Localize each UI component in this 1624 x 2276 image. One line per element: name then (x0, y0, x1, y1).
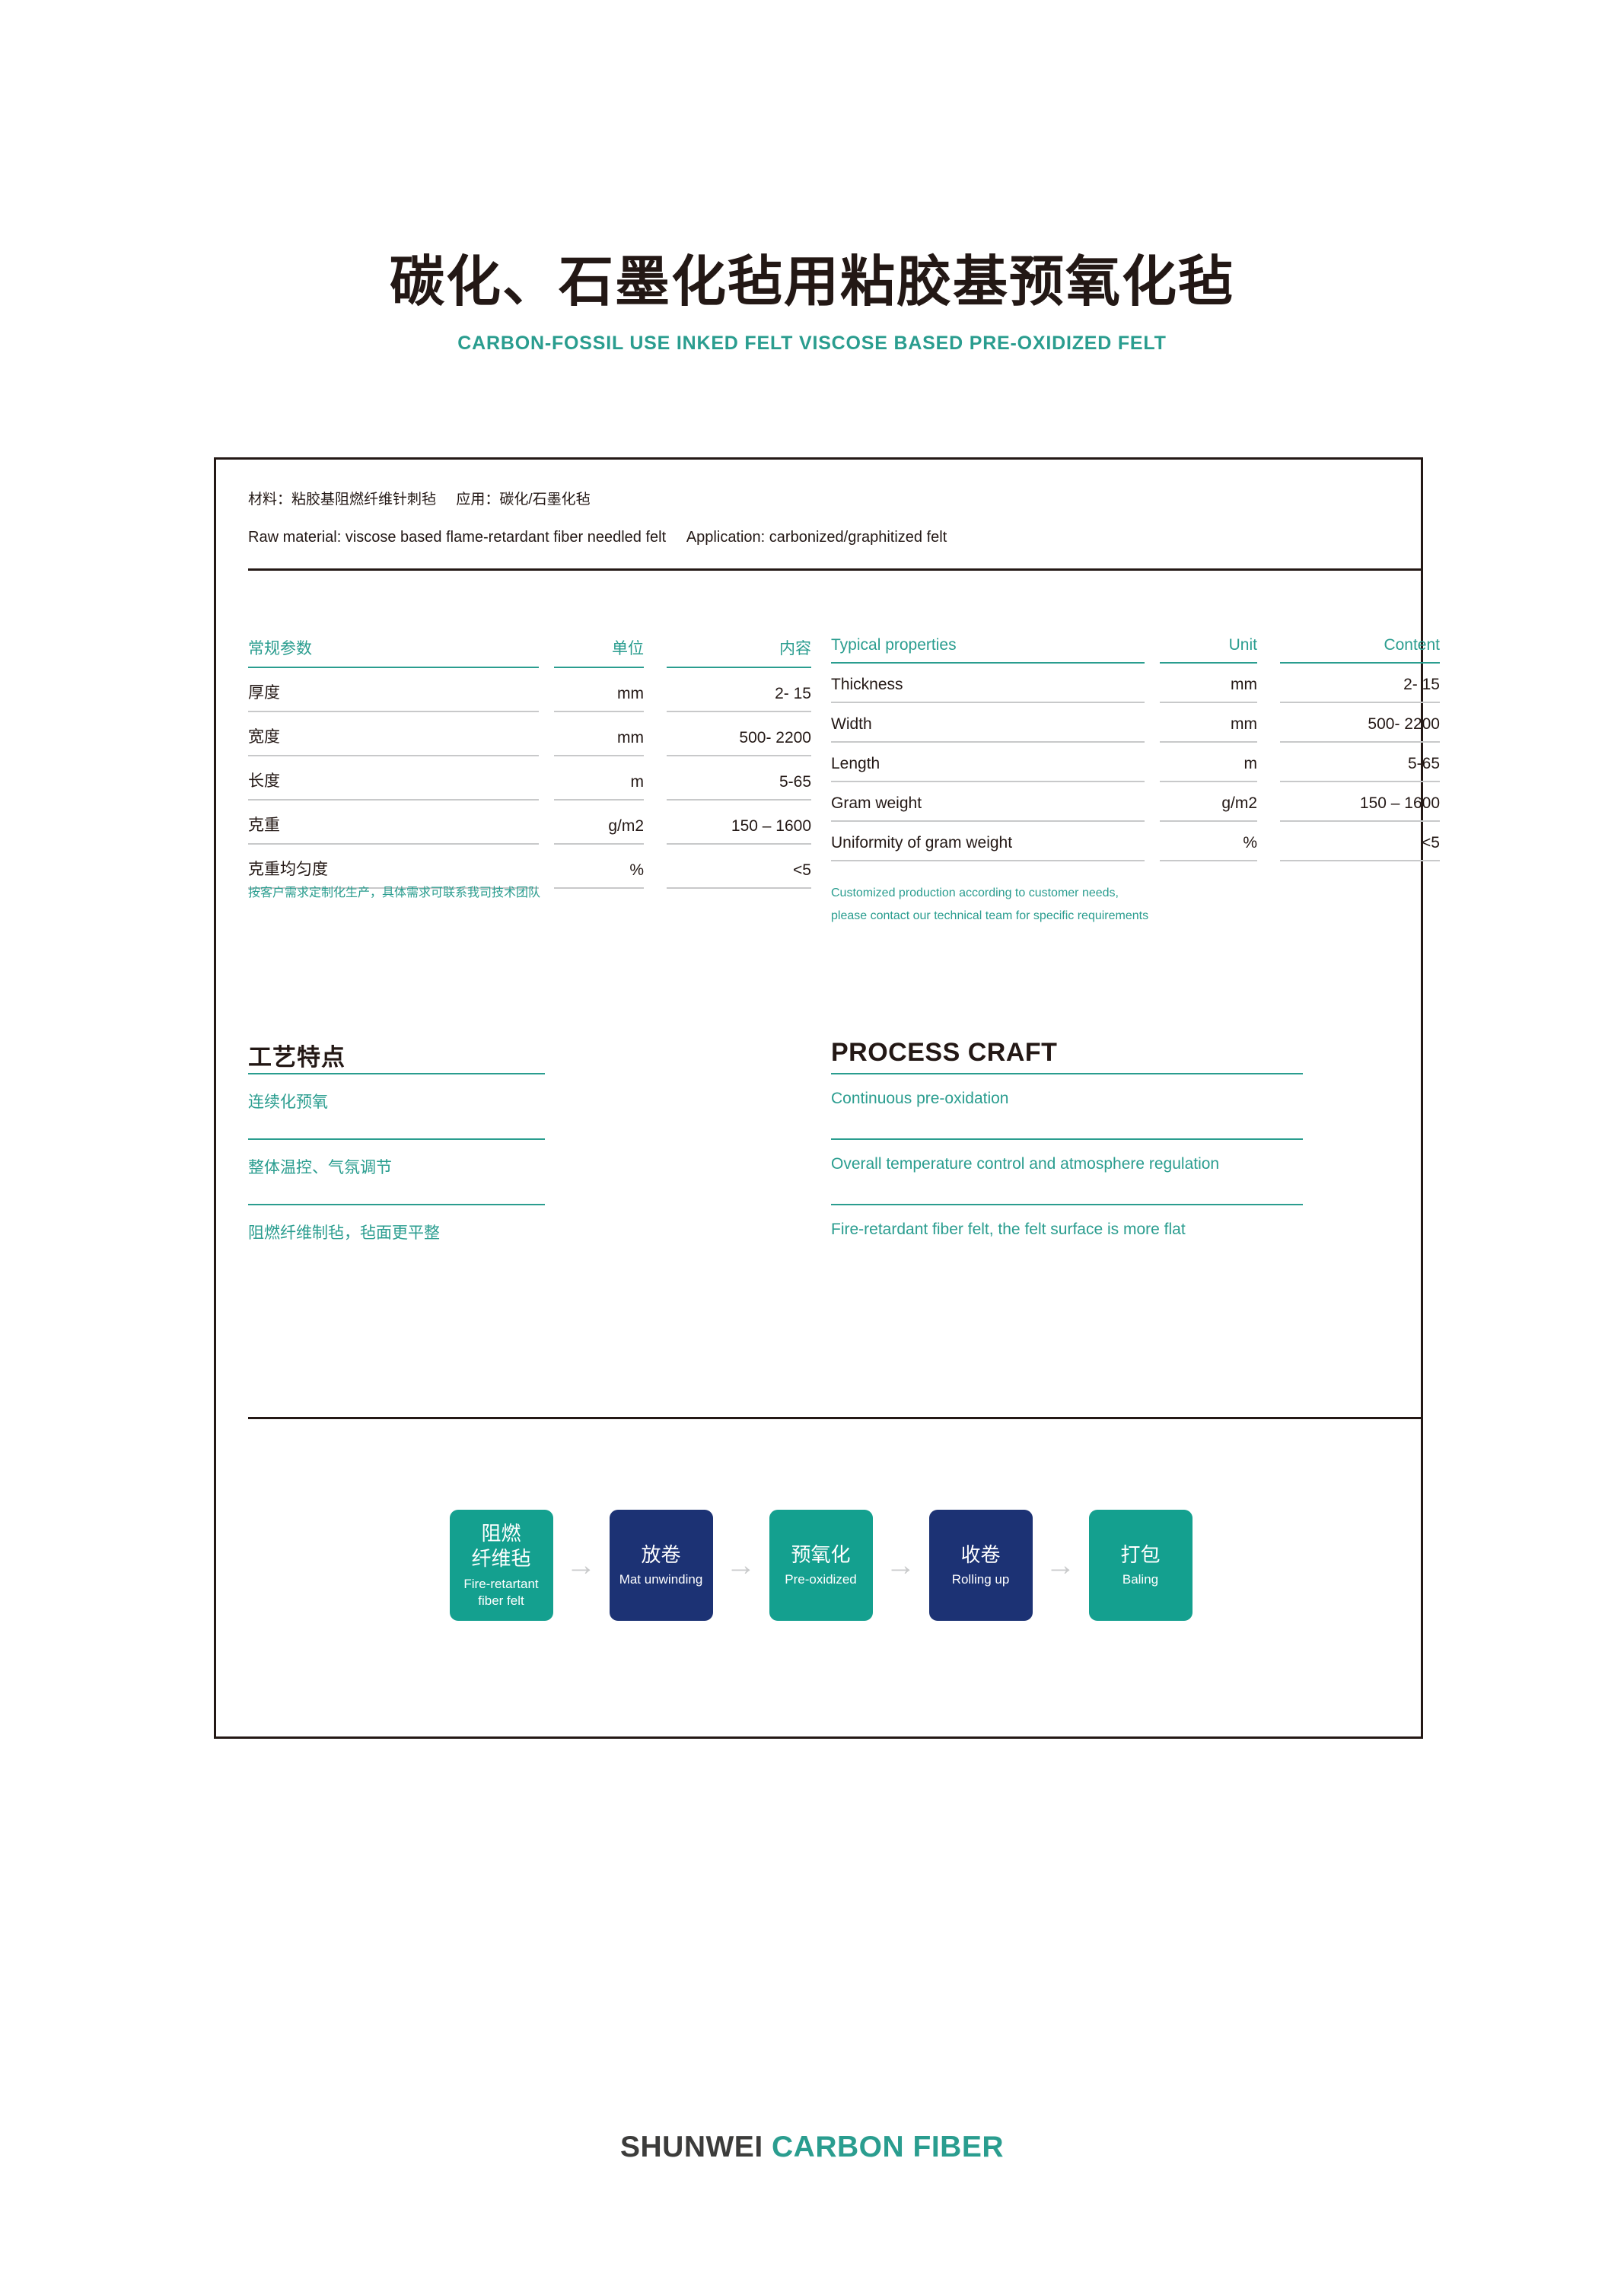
page-header: 碳化、石墨化毡用粘胶基预氧化毡 CARBON-FOSSIL USE INKED … (0, 251, 1624, 355)
material-info-cn: 材料：粘胶基阻燃纤维针刺毡 应用：碳化/石墨化毡 (248, 492, 591, 508)
craft-item-en: Fire-retardant fiber felt, the felt surf… (831, 1204, 1303, 1269)
cell-name: Uniformity of gram weight (831, 822, 1145, 861)
column-header-content: 内容 (667, 636, 811, 668)
divider-top (248, 568, 1422, 571)
process-flow-diagram: 阻燃 纤维毡 Fire-retartant fiber felt → 放卷 Ma… (232, 1510, 1409, 1621)
cell-value: 150 – 1600 (667, 805, 811, 845)
cell-value: 2- 15 (667, 673, 811, 712)
cell-unit: mm (1160, 664, 1257, 703)
customization-note-cn: 按客户需求定制化生产，具体需求可联系我司技术团队 (248, 887, 541, 899)
flow-step-label-cn: 收卷 (960, 1542, 1001, 1566)
spec-card-inner: 材料：粘胶基阻燃纤维针刺毡 应用：碳化/石墨化毡 Raw material: v… (232, 460, 1440, 1736)
flow-step-label-cn: 放卷 (641, 1542, 681, 1566)
cell-value: 2- 15 (1280, 664, 1440, 703)
column-header-content: Content (1280, 636, 1440, 664)
cell-name: 长度 (248, 756, 539, 801)
table-row: 宽度 mm 500- 2200 (248, 712, 811, 756)
divider-bottom (248, 1417, 1422, 1419)
table-row: Length m 5-65 (831, 743, 1440, 782)
flow-step-label-en: Mat unwinding (619, 1572, 703, 1587)
flow-step-1: 阻燃 纤维毡 Fire-retartant fiber felt (449, 1510, 553, 1621)
arrow-right-icon: → (885, 1549, 916, 1582)
column-header-unit: 单位 (554, 636, 644, 668)
column-header-name: 常规参数 (248, 636, 539, 668)
craft-item-cn: 整体温控、气氛调节 (248, 1138, 545, 1204)
cell-value: 150 – 1600 (1280, 782, 1440, 822)
arrow-right-icon: → (1045, 1549, 1076, 1582)
cell-unit: mm (554, 673, 644, 712)
cell-value: <5 (1280, 822, 1440, 861)
flow-step-label-en: Pre-oxidized (785, 1572, 857, 1587)
flow-step-label-cn: 打包 (1120, 1542, 1161, 1566)
cell-unit: g/m2 (554, 805, 644, 845)
cell-name: 克重 (248, 801, 539, 845)
craft-title-en: PROCESS CRAFT (831, 1038, 1058, 1067)
table-row: Gram weight g/m2 150 – 1600 (831, 782, 1440, 822)
flow-step-5: 打包 Baling (1088, 1510, 1193, 1621)
cell-name: Gram weight (831, 782, 1145, 822)
cell-unit: m (1160, 743, 1257, 782)
customization-note-en-line2: please contact our technical team for sp… (831, 909, 1149, 922)
material-info: 材料：粘胶基阻燃纤维针刺毡 应用：碳化/石墨化毡 Raw material: v… (248, 489, 1420, 549)
process-craft-cn: 工艺特点 连续化预氧 整体温控、气氛调节 阻燃纤维制毡，毡面更平整 (248, 1038, 811, 1269)
page-title-cn: 碳化、石墨化毡用粘胶基预氧化毡 (389, 252, 1234, 313)
table-row: Width mm 500- 2200 (831, 703, 1440, 743)
table-row: 厚度 mm 2- 15 (248, 668, 811, 712)
brand-logo-name: SHUNWEI (619, 2131, 763, 2163)
cell-value: 500- 2200 (1280, 703, 1440, 743)
cell-unit: mm (554, 717, 644, 756)
cell-unit: % (1160, 822, 1257, 861)
customization-note: 按客户需求定制化生产，具体需求可联系我司技术团队 Customized prod… (248, 882, 1424, 927)
craft-item-cn: 阻燃纤维制毡，毡面更平整 (248, 1204, 545, 1269)
page-footer: SHUNWEI CARBON FIBER (0, 2131, 1624, 2164)
arrow-right-icon: → (565, 1549, 597, 1582)
cell-name: Length (831, 743, 1145, 782)
table-row: 克重 g/m2 150 – 1600 (248, 801, 811, 845)
cell-value: 5-65 (667, 761, 811, 801)
cell-name: Width (831, 703, 1145, 743)
craft-item-en: Continuous pre-oxidation (831, 1073, 1303, 1138)
cell-name: Thickness (831, 664, 1145, 703)
cell-value: 500- 2200 (667, 717, 811, 756)
flow-step-label-cn: 阻燃 纤维毡 (471, 1522, 531, 1571)
flow-step-3: 预氧化 Pre-oxidized (769, 1510, 873, 1621)
customization-note-en-line1: Customized production according to custo… (831, 887, 1119, 899)
spec-table-en: Typical properties Unit Content Thicknes… (831, 636, 1440, 889)
spec-tables: 常规参数 单位 内容 厚度 mm 2- 15 宽度 mm 500- 2200 长… (248, 636, 1440, 889)
spec-table-cn: 常规参数 单位 内容 厚度 mm 2- 15 宽度 mm 500- 2200 长… (248, 636, 811, 889)
spec-card: 材料：粘胶基阻燃纤维针刺毡 应用：碳化/石墨化毡 Raw material: v… (214, 457, 1440, 1739)
column-header-unit: Unit (1160, 636, 1257, 664)
customization-note-en: Customized production according to custo… (831, 882, 1440, 927)
flow-step-label-en: Rolling up (951, 1572, 1010, 1587)
table-header-row: Typical properties Unit Content (831, 636, 1440, 664)
flow-step-label-en: Baling (1122, 1572, 1159, 1587)
arrow-right-icon: → (725, 1549, 756, 1582)
table-row: 长度 m 5-65 (248, 756, 811, 801)
cell-unit: mm (1160, 703, 1257, 743)
cell-unit: g/m2 (1160, 782, 1257, 822)
cell-unit: m (554, 761, 644, 801)
column-header-name: Typical properties (831, 636, 1145, 664)
material-info-en: Raw material: viscose based flame-retard… (248, 529, 947, 546)
table-row: Thickness mm 2- 15 (831, 664, 1440, 703)
flow-step-4: 收卷 Rolling up (928, 1510, 1033, 1621)
cell-name: 宽度 (248, 712, 539, 756)
process-craft-section: 工艺特点 连续化预氧 整体温控、气氛调节 阻燃纤维制毡，毡面更平整 PROCES… (248, 1038, 1424, 1269)
cell-name: 厚度 (248, 668, 539, 712)
flow-step-label-en: Fire-retartant fiber felt (463, 1576, 539, 1608)
process-craft-en: PROCESS CRAFT Continuous pre-oxidation O… (831, 1038, 1440, 1269)
brand-logo-product: CARBON FIBER (772, 2131, 1004, 2163)
page-title-en: CARBON-FOSSIL USE INKED FELT VISCOSE BAS… (457, 332, 1167, 354)
flow-step-label-cn: 预氧化 (791, 1542, 851, 1566)
brand-logo: SHUNWEI CARBON FIBER (0, 2131, 1624, 2164)
craft-item-en: Overall temperature control and atmosphe… (831, 1138, 1303, 1204)
flow-step-2: 放卷 Mat unwinding (609, 1510, 713, 1621)
table-header-row: 常规参数 单位 内容 (248, 636, 811, 668)
cell-value: 5-65 (1280, 743, 1440, 782)
craft-item-cn: 连续化预氧 (248, 1073, 545, 1138)
craft-title-cn: 工艺特点 (248, 1044, 345, 1071)
table-row: Uniformity of gram weight % <5 (831, 822, 1440, 861)
